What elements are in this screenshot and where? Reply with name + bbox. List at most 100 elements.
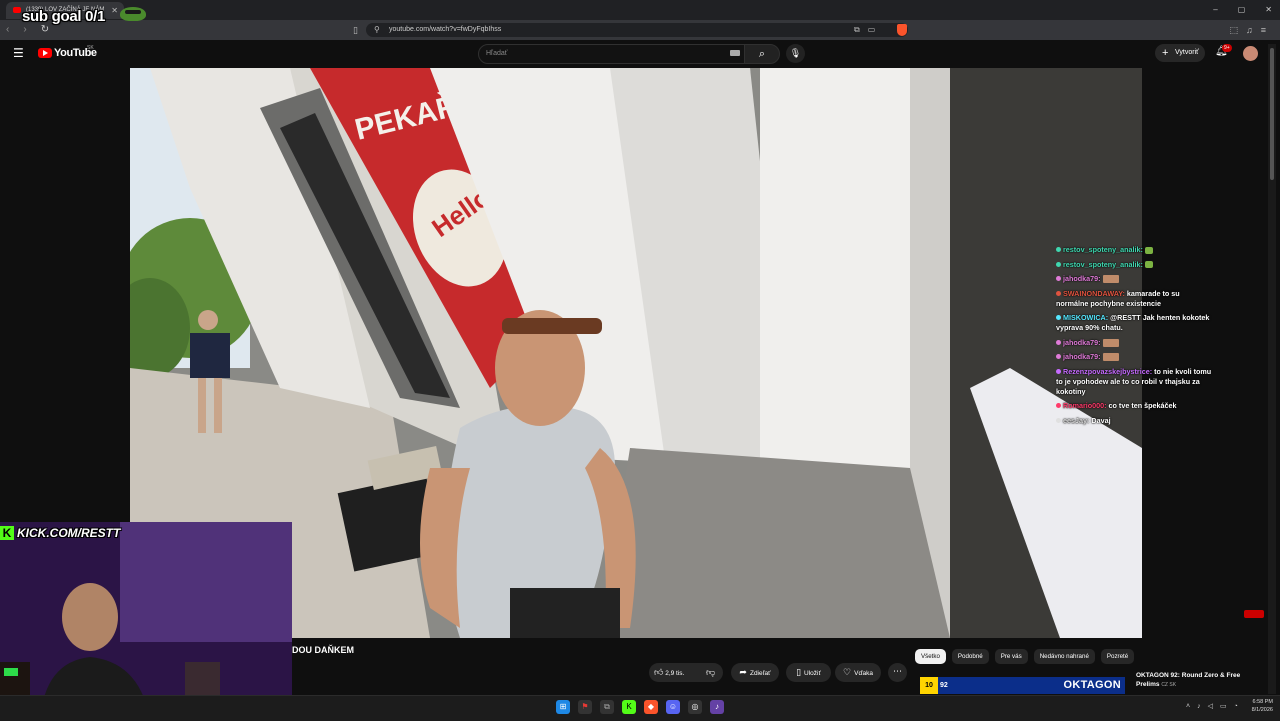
chat-message: MISKOWICA: @RESTT Jak henten kokotek vyp… [1056, 313, 1212, 333]
sub-goal-overlay: sub goal 0/1 [22, 8, 106, 25]
twitch-icon[interactable]: ♪ [710, 700, 724, 714]
frog-emote-icon [120, 7, 146, 21]
save-button[interactable]: ▯ Uložiť [786, 663, 831, 682]
tray-overflow-icon[interactable]: ˄ [1186, 700, 1190, 714]
chat-message: eesJay: Davaj [1056, 416, 1212, 426]
cast-icon[interactable]: ▭ [868, 23, 876, 37]
youtube-favicon-icon [13, 7, 21, 13]
chat-message: jahodka79: [1056, 352, 1212, 362]
dislike-button[interactable]: 👎︎ [706, 663, 715, 682]
save-label: Uložiť [804, 670, 821, 677]
bookmark-icon[interactable]: ▯ [353, 23, 358, 37]
site-info-icon[interactable]: ⚲ [374, 23, 380, 37]
close-window-button[interactable]: ✕ [1265, 0, 1272, 20]
browser-extensions: ⬚ ♫ ≡ [1229, 20, 1266, 40]
youtube-logo-icon[interactable] [38, 48, 52, 58]
media-icon[interactable]: ♫ [1246, 20, 1253, 40]
search-input[interactable] [478, 44, 746, 64]
maps-icon[interactable]: ⚑ [578, 700, 592, 714]
chat-text: co tve ten špekáček [1108, 401, 1177, 410]
chat-badge-icon [1056, 276, 1061, 281]
chat-badge-icon [1056, 368, 1061, 374]
network-icon[interactable]: ▭ [1220, 700, 1227, 714]
thanks-button[interactable]: ♡ Vďaka [835, 663, 881, 682]
chat-username[interactable]: restov_spoteny_analik: [1063, 245, 1143, 254]
plus-icon: + [1162, 47, 1169, 59]
chat-username[interactable]: restov_spoteny_analik: [1063, 260, 1143, 269]
tab-close-icon[interactable]: ✕ [111, 2, 118, 19]
chat-text: Davaj [1091, 415, 1111, 425]
chat-username[interactable]: jahodka79: [1063, 274, 1101, 283]
chat-image-emote-icon [1102, 275, 1119, 284]
hamburger-menu-icon[interactable]: ☰ [13, 46, 24, 60]
chip-watched[interactable]: Pozreté [1100, 649, 1135, 664]
chip-related[interactable]: Podobné [951, 649, 989, 664]
chat-badge-icon [1056, 403, 1061, 408]
clock-time: 6:58 PM [1252, 699, 1273, 705]
taskview-icon[interactable]: ⧉ [600, 700, 614, 714]
chat-image-emote-icon [1102, 338, 1119, 347]
thumbs-down-icon: 👎︎ [706, 667, 716, 677]
search-button[interactable]: ⌕ [744, 44, 780, 64]
chat-emote-icon [1144, 261, 1153, 269]
heart-dollar-icon: ♡ [843, 667, 852, 677]
create-label: Vytvoriť [1175, 49, 1199, 56]
microphone-icon: 🎙︎ [789, 48, 802, 58]
create-button[interactable]: + Vytvoriť [1155, 44, 1205, 62]
extensions-icon[interactable]: ⬚ [1229, 20, 1238, 40]
chat-badge-icon [1056, 354, 1061, 359]
minimize-button[interactable]: – [1213, 0, 1217, 20]
translate-icon[interactable]: ⧉ [854, 23, 860, 37]
back-icon[interactable]: ‹ [6, 20, 9, 40]
bookmark-save-icon: ▯ [796, 667, 802, 677]
chip-for-you[interactable]: Pre vás [994, 649, 1028, 664]
chat-username[interactable]: Rezenzpovazskejbystrice: [1063, 367, 1152, 376]
maximize-button[interactable]: ▢ [1238, 0, 1246, 20]
avatar[interactable] [1243, 46, 1258, 61]
like-button[interactable]: 👍︎ 2,9 tis. [654, 663, 684, 683]
scrollbar-thumb[interactable] [1270, 48, 1274, 180]
chip-all[interactable]: Všetko [915, 649, 946, 664]
live-indicator [1244, 610, 1264, 618]
chat-username[interactable]: MISKOWICA: [1063, 313, 1108, 322]
more-actions-button[interactable]: ⋯ [888, 663, 907, 682]
menu-icon[interactable]: ≡ [1261, 20, 1266, 40]
brave-app-icon[interactable]: ◆ [644, 700, 658, 714]
browser-tabstrip [0, 0, 1280, 20]
chat-username[interactable]: jahodka79: [1063, 352, 1101, 361]
chat-message: Romario000: co tve ten špekáček [1056, 401, 1212, 411]
speaker-icon[interactable]: ◔ [1234, 700, 1238, 714]
url-text[interactable]: youtube.com/watch?v=fwDyFqbIhss [389, 23, 501, 37]
stream-chat: restov_spoteny_analik: restov_spoteny_an… [1056, 245, 1212, 430]
address-bar-icons: ⧉ ▭ [854, 23, 875, 37]
voice-search-button[interactable]: 🎙︎ [786, 44, 805, 63]
chat-badge-icon [1056, 290, 1061, 296]
chat-badge-icon [1056, 339, 1061, 345]
keyboard-icon[interactable] [730, 50, 740, 56]
brave-shields-icon[interactable] [897, 24, 907, 36]
discord-icon[interactable]: ☺ [666, 700, 680, 714]
share-button[interactable]: ➦ Zdieľať [731, 663, 779, 682]
recommendation-title[interactable]: OKTAGON 92: Round Zero & Free Prelims CZ… [1136, 671, 1251, 690]
chat-message: SWAINONDAWAY: kamarade to su normálne po… [1056, 289, 1212, 309]
obs-icon[interactable]: ◎ [688, 700, 702, 714]
chat-username[interactable]: Romario000: [1063, 401, 1107, 410]
search-placeholder: Hľadať [486, 50, 508, 57]
chat-username[interactable]: jahodka79: [1063, 338, 1101, 347]
start-icon[interactable]: ⊞ [556, 700, 570, 714]
search-icon: ⌕ [758, 48, 766, 60]
chip-recently-uploaded[interactable]: Nedávno nahrané [1033, 649, 1095, 664]
chat-badge-icon [1056, 417, 1061, 423]
chat-username[interactable]: eesJay: [1063, 416, 1089, 425]
share-icon: ➦ [739, 667, 747, 677]
rec-count: 92 [940, 682, 948, 689]
chat-username[interactable]: SWAINONDAWAY: [1063, 289, 1125, 298]
thanks-label: Vďaka [854, 670, 873, 677]
recommendation-thumbnail[interactable]: 10 92 OKTAGON [920, 677, 1125, 694]
mic-tray-icon[interactable]: ♪ [1197, 700, 1201, 714]
kick-app-icon[interactable]: K [622, 700, 636, 714]
taskbar-clock[interactable]: 6:58 PM 8/1/2026 [1243, 698, 1273, 714]
volume-icon[interactable]: ◁ [1208, 700, 1213, 714]
video-title: DOU DAŇKEM [292, 645, 354, 655]
chat-emote-icon [1144, 246, 1153, 254]
